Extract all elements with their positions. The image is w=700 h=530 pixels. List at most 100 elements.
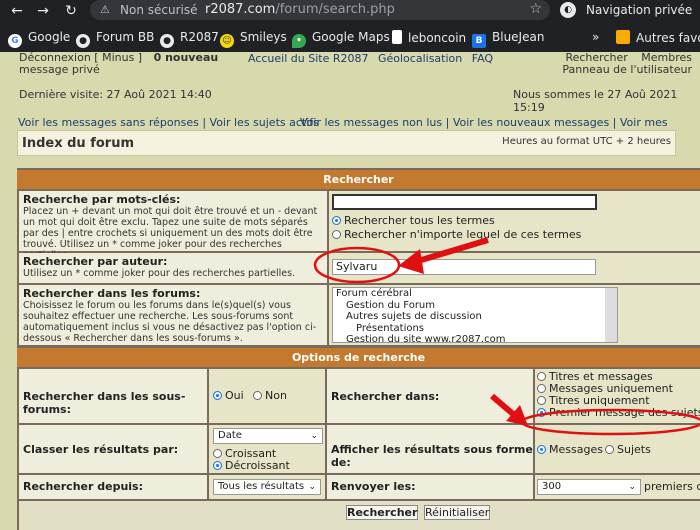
- subforums-label: Rechercher dans les sous-forums:: [23, 390, 186, 416]
- forum-option[interactable]: Gestion du site www.r2087.com: [333, 334, 617, 342]
- pm-count[interactable]: 0 nouveau: [154, 52, 219, 64]
- warning-icon: ⚠: [100, 3, 110, 16]
- star-icon[interactable]: ☆: [529, 1, 542, 17]
- forums-help: Choisissez le forum ou les forums dans l…: [23, 300, 317, 344]
- reset-button[interactable]: Réinitialiser: [424, 505, 490, 520]
- search-button[interactable]: Rechercher: [346, 505, 418, 520]
- return-input-cell: 300⌄ premiers ca: [535, 475, 700, 499]
- search-panel: Rechercher Recherche par mots-clés: Plac…: [17, 168, 700, 530]
- author-label-cell: Rechercher par auteur: Utilisez un * com…: [19, 253, 327, 283]
- forum-option[interactable]: Présentations: [333, 323, 617, 335]
- forums-input-cell: Forum cérébral Gestion du Forum Autres s…: [329, 285, 700, 345]
- radio-any-terms[interactable]: Rechercher n'importe lequel de ces terme…: [332, 228, 581, 241]
- incognito-label: Navigation privée: [586, 3, 693, 17]
- user-menu: Déconnexion [ Minus ] 0 nouveau message …: [19, 52, 218, 76]
- page-title[interactable]: Index du forum: [22, 136, 134, 151]
- sort-select[interactable]: Date ⌄: [213, 428, 323, 444]
- current-date: Nous sommes le 27 Aoû 2021 15:19: [513, 88, 678, 114]
- chevron-down-icon: ⌄: [308, 482, 316, 492]
- chevron-down-icon: ⌄: [310, 431, 318, 441]
- sort-label-cell: Classer les résultats par:: [19, 425, 207, 473]
- radio-display-messages[interactable]: Messages: [537, 443, 603, 456]
- folder-icon: [616, 30, 630, 44]
- leboncoin-icon: [392, 30, 402, 44]
- sort-input-cell: Date ⌄ Croissant Décroissant: [209, 425, 325, 473]
- forward-icon[interactable]: →: [34, 2, 52, 20]
- keywords-label: Recherche par mots-clés:: [23, 193, 181, 206]
- radio-descending[interactable]: Décroissant: [213, 459, 290, 472]
- maps-icon: •: [292, 34, 306, 48]
- incognito-icon: ◐: [560, 2, 576, 18]
- reload-icon[interactable]: ↻: [62, 2, 80, 20]
- forum-option[interactable]: Forum cérébral: [333, 288, 617, 300]
- nav-geoloc[interactable]: Géolocalisation: [378, 52, 462, 65]
- subforums-input-cell: Oui Non: [209, 369, 325, 423]
- return-suffix: premiers ca: [644, 480, 700, 493]
- listbox-scrollbar[interactable]: [605, 288, 617, 342]
- search-in-label: Rechercher dans:: [331, 390, 440, 403]
- bookmark-forum-bb[interactable]: ● Forum BB: [76, 30, 154, 48]
- incognito-indicator[interactable]: ◐ Navigation privée: [558, 0, 698, 20]
- radio-subforums-yes[interactable]: Oui: [213, 389, 244, 402]
- bookmark-r2087[interactable]: ● R2087: [160, 30, 219, 48]
- since-label: Rechercher depuis:: [23, 480, 143, 493]
- github-icon: ●: [76, 34, 90, 48]
- back-icon[interactable]: ←: [8, 2, 26, 20]
- nav-accueil[interactable]: Accueil du Site R2087: [248, 52, 368, 65]
- insecure-label: Non sécurisé: [120, 3, 198, 17]
- timezone-info: Heures au format UTC + 2 heures: [502, 136, 671, 147]
- buttons-row: Rechercher Réinitialiser: [19, 501, 700, 530]
- smiley-icon: ☺: [220, 34, 234, 48]
- bookmark-google-maps[interactable]: • Google Maps: [292, 30, 390, 48]
- author-input[interactable]: Sylvaru: [332, 259, 596, 275]
- forum-index-bar: Index du forum Heures au format UTC + 2 …: [17, 130, 676, 156]
- forum-option[interactable]: Autres sujets de discussion: [333, 311, 617, 323]
- bookmark-smileys[interactable]: ☺ Smileys: [220, 30, 287, 48]
- radio-all-terms[interactable]: Rechercher tous les termes: [332, 214, 495, 227]
- bookmark-bluejean[interactable]: B BlueJean: [472, 30, 544, 48]
- user-nav: Rechercher Membres Panneau de l'utilisat…: [512, 52, 692, 76]
- bluejean-icon: B: [472, 34, 486, 48]
- nav-faq[interactable]: FAQ: [472, 52, 493, 65]
- browser-chrome: ← → ↻ ⚠ Non sécurisé r2087.com/forum/sea…: [0, 0, 700, 52]
- keywords-input[interactable]: [332, 194, 597, 210]
- pm-label[interactable]: message privé: [19, 63, 100, 76]
- bookmarks-more[interactable]: »: [592, 30, 599, 48]
- forum-option[interactable]: Gestion du Forum: [333, 300, 617, 312]
- forums-label-cell: Rechercher dans les forums: Choisissez l…: [19, 285, 327, 345]
- address-bar[interactable]: ⚠ Non sécurisé r2087.com/forum/search.ph…: [90, 0, 550, 20]
- since-select[interactable]: Tous les résultats ⌄: [213, 479, 321, 495]
- return-label-cell: Renvoyer les:: [327, 475, 533, 499]
- radio-subforums-no[interactable]: Non: [253, 389, 287, 402]
- since-label-cell: Rechercher depuis:: [19, 475, 207, 499]
- bookmark-other[interactable]: Autres favoris: [616, 30, 700, 48]
- bookmark-google[interactable]: G Google: [8, 30, 70, 48]
- keywords-label-cell: Recherche par mots-clés: Placez un + dev…: [19, 191, 327, 261]
- return-label: Renvoyer les:: [331, 480, 416, 493]
- display-label: Afficher les résultats sous forme de:: [331, 443, 533, 469]
- radio-first-post[interactable]: Premier message des sujets u: [537, 406, 700, 419]
- last-visit: Dernière visite: 27 Aoû 2021 14:40: [19, 88, 212, 101]
- url-text: r2087.com/forum/search.php: [205, 2, 395, 17]
- nav-panneau[interactable]: Panneau de l'utilisateur: [562, 63, 692, 76]
- keywords-input-cell: Rechercher tous les termes Rechercher n'…: [329, 191, 700, 251]
- search-header: Rechercher: [17, 170, 700, 189]
- google-icon: G: [8, 34, 22, 48]
- forum-page: Déconnexion [ Minus ] 0 nouveau message …: [0, 52, 700, 530]
- subforums-label-cell: Rechercher dans les sous-forums:: [19, 369, 207, 423]
- search-in-input-cell: Titres et messages Messages uniquement T…: [535, 369, 700, 423]
- search-in-label-cell: Rechercher dans:: [327, 369, 533, 423]
- author-label: Rechercher par auteur:: [23, 255, 168, 268]
- forums-label: Rechercher dans les forums:: [23, 287, 201, 300]
- author-input-cell: Sylvaru: [329, 253, 700, 283]
- chevron-down-icon: ⌄: [628, 482, 636, 492]
- return-select[interactable]: 300 ⌄: [537, 479, 641, 495]
- display-input-cell: Messages Sujets: [535, 425, 700, 473]
- site-nav: Accueil du Site R2087 Géolocalisation FA…: [248, 52, 499, 65]
- forums-listbox[interactable]: Forum cérébral Gestion du Forum Autres s…: [332, 287, 618, 343]
- options-header: Options de recherche: [17, 348, 700, 367]
- radio-display-topics[interactable]: Sujets: [605, 443, 651, 456]
- bookmark-leboncoin[interactable]: leboncoin: [392, 30, 466, 48]
- display-label-cell: Afficher les résultats sous forme de:: [327, 425, 533, 473]
- links-left[interactable]: Voir les messages sans réponses | Voir l…: [18, 116, 319, 129]
